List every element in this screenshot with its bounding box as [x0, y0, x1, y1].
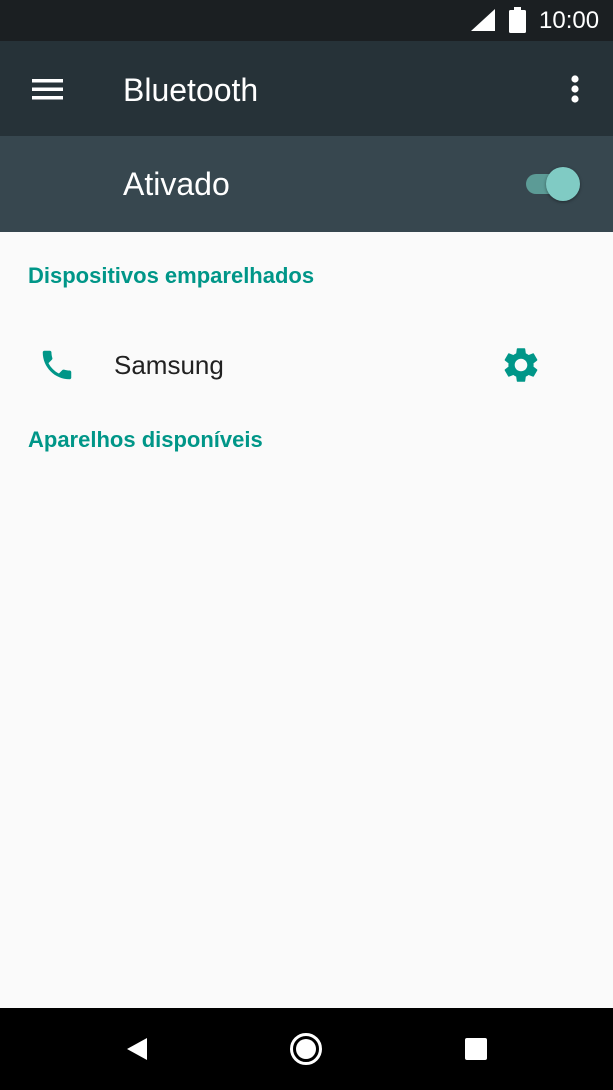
- menu-button[interactable]: [28, 71, 68, 107]
- navigation-bar: [0, 1008, 613, 1090]
- paired-devices-header: Dispositivos emparelhados: [28, 263, 315, 288]
- status-bar: 10:00: [0, 0, 613, 41]
- phone-icon: [38, 346, 76, 384]
- available-devices-header: Aparelhos disponíveis: [28, 427, 263, 452]
- toggle-thumb: [546, 167, 580, 201]
- battery-icon: [509, 7, 526, 33]
- paired-device-row[interactable]: Samsung: [0, 318, 613, 413]
- gear-icon: [500, 344, 542, 386]
- status-time: 10:00: [539, 7, 600, 34]
- more-options-button[interactable]: [560, 71, 590, 107]
- app-bar: Bluetooth: [0, 41, 613, 136]
- more-vert-icon: [560, 71, 590, 107]
- bluetooth-master-switch-bar[interactable]: Ativado: [0, 136, 613, 232]
- recents-icon: [462, 1035, 490, 1063]
- back-button[interactable]: [120, 1032, 154, 1066]
- home-button[interactable]: [288, 1031, 324, 1067]
- bluetooth-toggle[interactable]: [522, 164, 584, 204]
- device-name: Samsung: [114, 350, 224, 380]
- page-title: Bluetooth: [123, 72, 259, 108]
- master-switch-label: Ativado: [123, 166, 230, 202]
- signal-icon: [471, 9, 495, 31]
- device-settings-button[interactable]: [500, 344, 542, 386]
- back-icon: [120, 1032, 154, 1066]
- hamburger-menu-icon: [28, 71, 68, 107]
- home-icon: [288, 1031, 324, 1067]
- recents-button[interactable]: [462, 1035, 490, 1063]
